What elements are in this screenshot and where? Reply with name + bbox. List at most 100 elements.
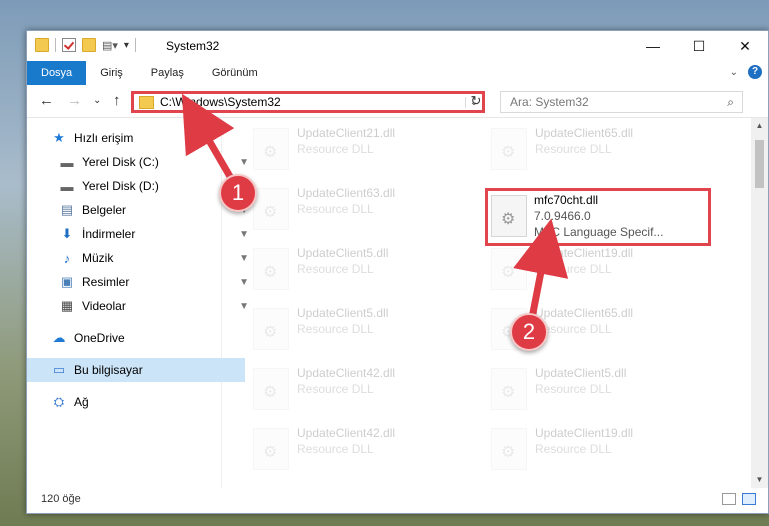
tab-file[interactable]: Dosya [27, 61, 87, 85]
search-icon[interactable]: ⌕ [727, 92, 734, 112]
forward-icon[interactable]: → [67, 92, 82, 109]
scrollbar-thumb[interactable] [755, 140, 764, 188]
file-tile[interactable]: UpdateClient42.dll Resource DLL [247, 362, 473, 416]
file-tile[interactable]: UpdateClient65.dll Resource DLL [485, 122, 711, 176]
dll-file-icon [253, 248, 289, 290]
recent-locations-icon[interactable]: ⌄ [93, 95, 101, 106]
file-description: Resource DLL [297, 382, 374, 396]
scroll-up-icon[interactable]: ▲ [751, 118, 768, 134]
sidebar-item-network[interactable]: ⛭ Ağ [27, 390, 245, 414]
sidebar-item-downloads[interactable]: ⬇ İndirmeler ▼ [27, 222, 253, 246]
videos-icon: ▦ [60, 298, 74, 313]
folder-icon [139, 95, 154, 109]
tab-home[interactable]: Giriş [86, 61, 137, 85]
sidebar-item-videos[interactable]: ▦ Videolar ▼ [27, 294, 253, 318]
dll-file-icon [491, 248, 527, 290]
computer-icon: ▭ [52, 362, 66, 377]
address-bar[interactable]: C:\Windows\System32 ⌄ [131, 91, 485, 113]
file-tile[interactable]: UpdateClient21.dll Resource DLL [247, 122, 473, 176]
new-folder-icon[interactable] [82, 38, 96, 52]
file-description: Resource DLL [535, 262, 612, 276]
sidebar-item-this-pc[interactable]: ▭ Bu bilgisayar [27, 358, 245, 382]
explorer-window: ▤▾ ▾ System32 — ☐ ✕ Dosya Giriş Paylaş G… [26, 30, 769, 514]
sidebar-item-pictures[interactable]: ▣ Resimler ▼ [27, 270, 253, 294]
file-name: UpdateClient65.dll [535, 126, 634, 140]
file-tile[interactable]: UpdateClient19.dll Resource DLL [485, 242, 711, 296]
file-tile[interactable]: UpdateClient42.dll Resource DLL [247, 422, 473, 476]
ribbon-tabs: Dosya Giriş Paylaş Görünüm [27, 61, 768, 85]
close-button[interactable]: ✕ [722, 31, 768, 61]
sidebar-item-label: Belgeler [82, 203, 127, 217]
file-tile[interactable]: UpdateClient19.dll Resource DLL [485, 422, 711, 476]
sidebar-item-documents[interactable]: ▤ Belgeler ▼ [27, 198, 253, 222]
sidebar-item-label: Hızlı erişim [74, 131, 134, 145]
sidebar-item-local-disk-c[interactable]: ▬ Yerel Disk (C:) ▼ [27, 150, 253, 174]
file-version: 7.0.9466.0 [534, 209, 591, 223]
title-bar: ▤▾ ▾ System32 — ☐ ✕ [27, 31, 768, 61]
documents-icon: ▤ [60, 202, 74, 217]
details-view-icon[interactable] [722, 493, 736, 505]
expand-ribbon-icon[interactable]: ⌄ [730, 67, 738, 78]
window-controls: — ☐ ✕ [630, 31, 768, 61]
file-tile[interactable]: UpdateClient5.dll Resource DLL [485, 362, 711, 416]
back-icon[interactable]: ← [39, 92, 54, 109]
file-description: Resource DLL [297, 322, 374, 336]
minimize-button[interactable]: — [630, 31, 676, 61]
file-name: UpdateClient21.dll [297, 126, 396, 140]
scroll-down-icon[interactable]: ▼ [751, 472, 768, 488]
annotation-badge-2: 2 [510, 313, 548, 351]
tab-share[interactable]: Paylaş [137, 61, 198, 85]
address-path[interactable]: C:\Windows\System32 [160, 95, 465, 109]
folder-icon [35, 38, 49, 52]
properties-icon[interactable] [62, 38, 76, 52]
maximize-button[interactable]: ☐ [676, 31, 722, 61]
sidebar-item-label: Ağ [74, 395, 89, 409]
dll-file-icon [491, 368, 527, 410]
toolbar-dropdown-icon[interactable]: ▾ [124, 40, 129, 51]
ribbon-controls: ⌄ ? [730, 65, 762, 79]
cloud-icon: ☁ [52, 330, 66, 345]
customize-toolbar-icon[interactable]: ▤▾ [102, 39, 118, 52]
separator [134, 38, 136, 52]
separator [55, 38, 56, 52]
quick-access-toolbar: ▤▾ ▾ [35, 38, 136, 52]
sidebar-item-onedrive[interactable]: ☁ OneDrive [27, 326, 245, 350]
sidebar-item-quick-access[interactable]: ★ Hızlı erişim [27, 126, 245, 150]
drive-icon: ▬ [60, 154, 74, 170]
dll-file-icon [253, 308, 289, 350]
tiles-view-icon[interactable] [742, 493, 756, 505]
refresh-icon[interactable]: ↻ [467, 93, 485, 111]
vertical-scrollbar[interactable]: ▲ ▼ [751, 118, 768, 488]
file-tile[interactable]: UpdateClient5.dll Resource DLL [247, 302, 473, 356]
search-input[interactable]: Ara: System32 ⌕ [500, 91, 743, 113]
tab-view[interactable]: Görünüm [198, 61, 272, 85]
file-name: UpdateClient63.dll [297, 186, 396, 200]
file-tile[interactable]: UpdateClient5.dll Resource DLL [247, 242, 473, 296]
file-list: UpdateClient21.dll Resource DLL UpdateCl… [227, 118, 737, 488]
drive-icon: ▬ [60, 178, 74, 194]
file-name: UpdateClient5.dll [297, 246, 389, 260]
dll-file-icon [253, 188, 289, 230]
dll-file-icon [253, 368, 289, 410]
dll-file-icon [491, 128, 527, 170]
status-bar: 120 öğe [27, 487, 768, 513]
navigation-bar: ← → ⌄ ↑ C:\Windows\System32 ⌄ ↻ Ara: Sys… [27, 87, 768, 118]
file-description: Resource DLL [297, 442, 374, 456]
dll-file-icon [491, 428, 527, 470]
navigation-pane: ★ Hızlı erişim ▬ Yerel Disk (C:) ▼ ▬ Yer… [27, 118, 249, 488]
sidebar-item-label: Videolar [82, 299, 126, 313]
file-tile[interactable]: UpdateClient63.dll Resource DLL [247, 182, 473, 236]
file-name: UpdateClient42.dll [297, 366, 396, 380]
sidebar-item-label: Bu bilgisayar [74, 363, 143, 377]
item-count: 120 öğe [41, 493, 81, 505]
dll-file-icon [491, 195, 527, 237]
file-tile-mfc70cht[interactable]: mfc70cht.dll 7.0.9466.0 MFC Language Spe… [485, 188, 711, 246]
file-description: Resource DLL [297, 142, 374, 156]
help-icon[interactable]: ? [748, 65, 762, 79]
file-name: UpdateClient65.dll [535, 306, 634, 320]
pictures-icon: ▣ [60, 274, 74, 289]
sidebar-item-music[interactable]: ♪ Müzik ▼ [27, 246, 253, 270]
up-icon[interactable]: ↑ [113, 92, 121, 109]
music-icon: ♪ [63, 250, 71, 266]
download-icon: ⬇ [61, 226, 73, 241]
